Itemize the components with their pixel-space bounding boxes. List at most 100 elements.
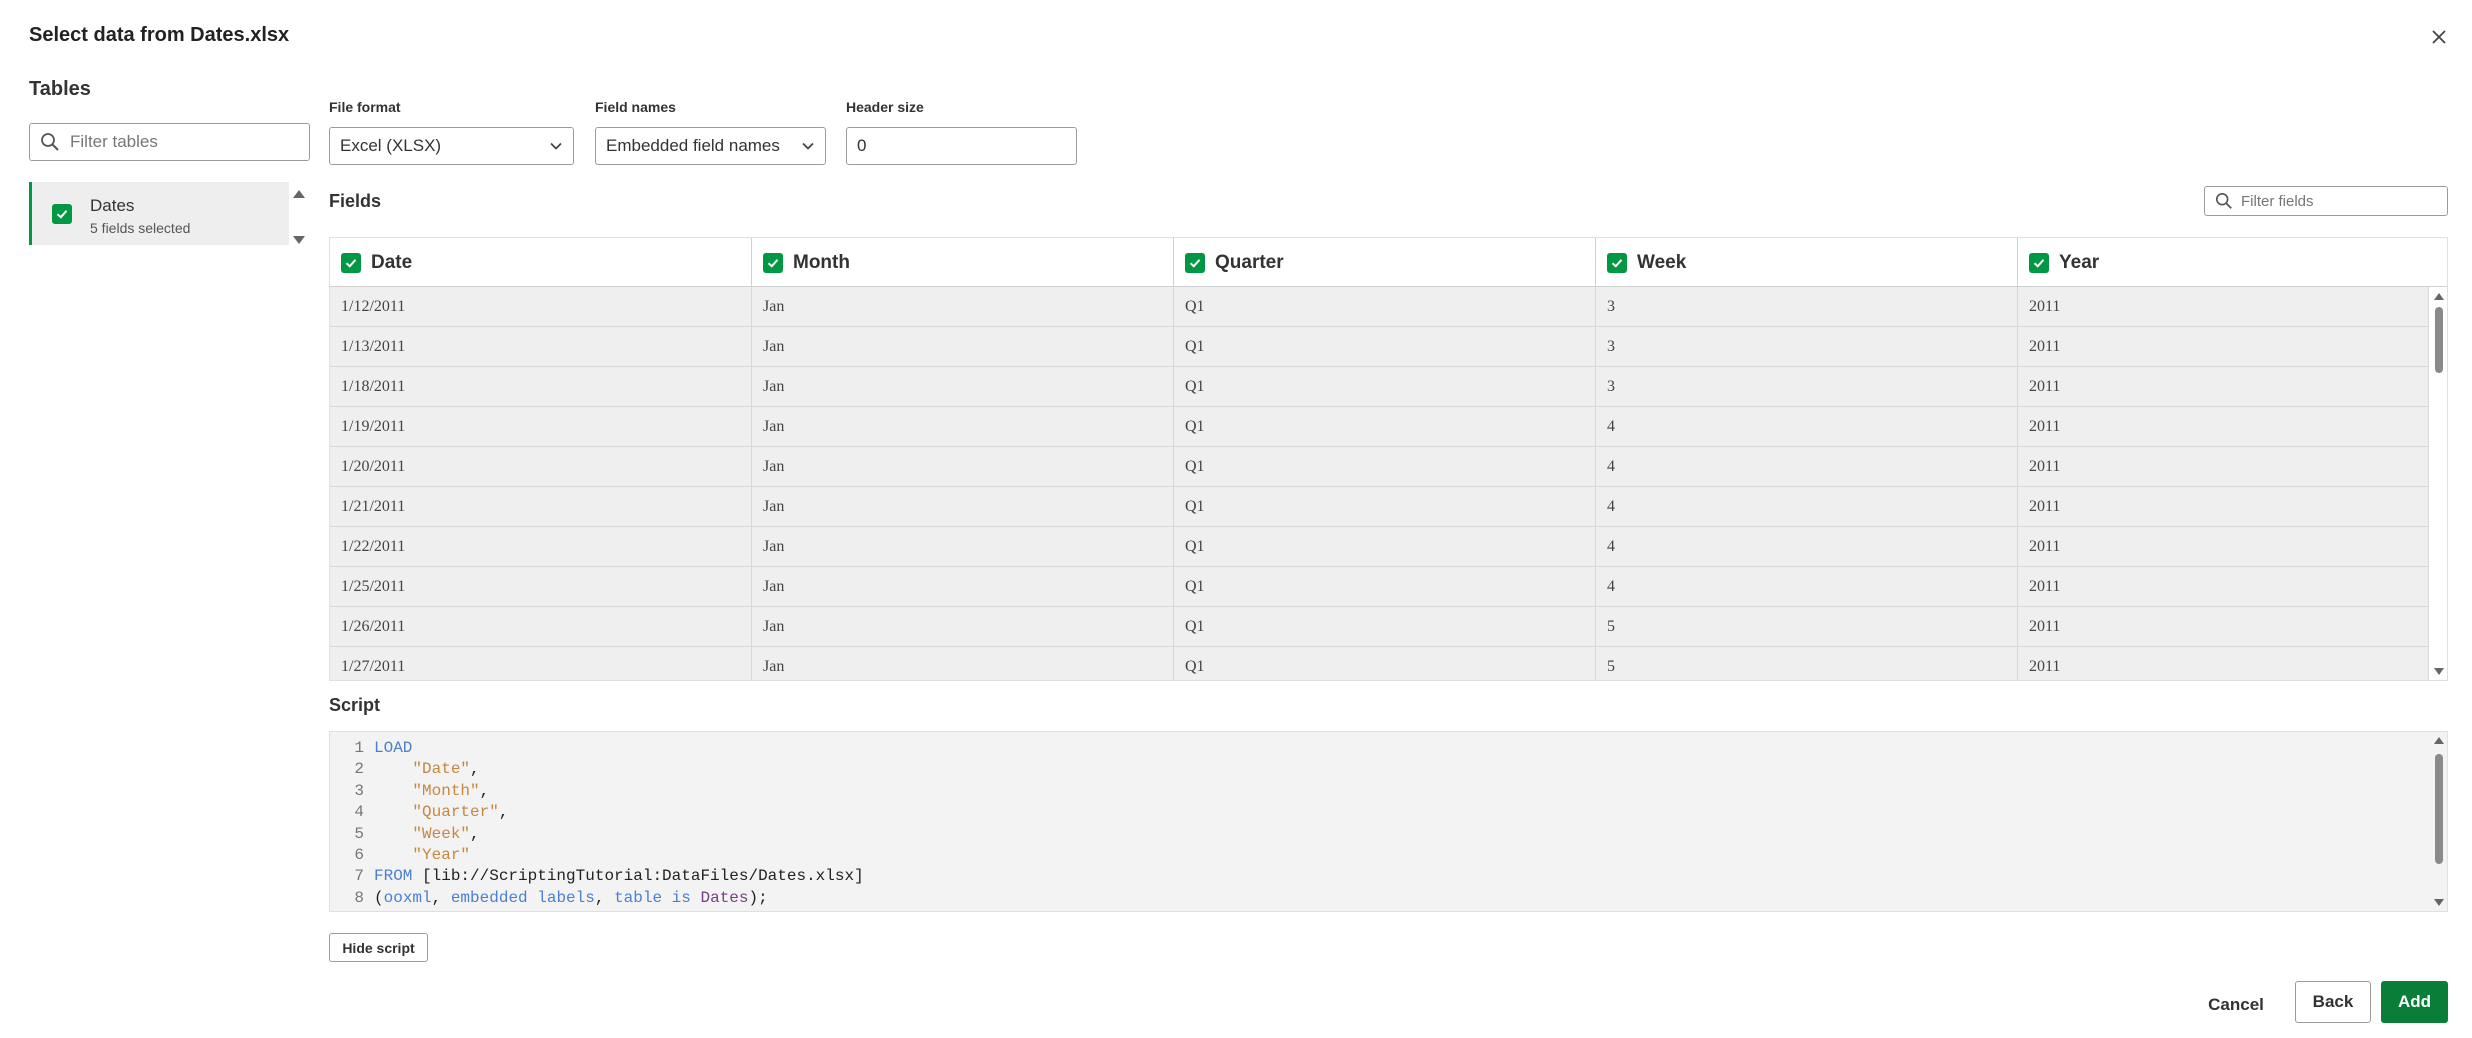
table-cell: 2011 — [2018, 447, 2429, 487]
code-field: "Quarter" — [412, 803, 499, 822]
table-row: 1/12/2011 Jan Q1 3 2011 — [330, 287, 2429, 327]
triangle-up-icon — [293, 190, 305, 198]
table-cell: 3 — [1596, 367, 2018, 407]
column-header-year[interactable]: Year — [2018, 238, 2447, 287]
table-cell: Q1 — [1174, 407, 1596, 447]
code-field: "Week" — [412, 824, 471, 843]
code-path: [lib://ScriptingTutorial:DataFiles/Dates… — [412, 867, 864, 886]
table-cell: Q1 — [1174, 447, 1596, 487]
table-item-dates[interactable]: Dates 5 fields selected — [29, 182, 289, 245]
table-item-name: Dates — [90, 196, 135, 215]
list-scroll-up-button[interactable] — [292, 186, 306, 204]
line-number: 3 — [354, 781, 364, 800]
column-checkbox[interactable] — [341, 252, 361, 273]
table-cell: 1/12/2011 — [330, 287, 752, 327]
table-cell: 1/20/2011 — [330, 447, 752, 487]
code-keyword: embedded labels — [450, 888, 595, 907]
close-icon[interactable] — [2431, 29, 2447, 45]
code-line: "Week", — [374, 824, 864, 845]
column-header-date[interactable]: Date — [330, 238, 752, 287]
column-checkbox[interactable] — [2029, 252, 2049, 273]
table-cell: 2011 — [2018, 327, 2429, 367]
table-cell: 2011 — [2018, 607, 2429, 647]
table-cell: Q1 — [1174, 567, 1596, 607]
filter-tables-field[interactable] — [29, 123, 310, 161]
table-cell: 4 — [1596, 527, 2018, 567]
cancel-button[interactable]: Cancel — [2196, 985, 2276, 1025]
code-line: "Year" — [374, 845, 864, 866]
table-cell: 2011 — [2018, 407, 2429, 447]
grid-scrollbar[interactable] — [2433, 292, 2445, 678]
filter-fields-field[interactable] — [2204, 186, 2448, 216]
scrollbar-thumb[interactable] — [2435, 754, 2443, 864]
table-cell: 4 — [1596, 447, 2018, 487]
file-format-value: Excel (XLSX) — [340, 136, 442, 155]
chevron-down-icon — [802, 142, 814, 150]
code-punct: , — [431, 888, 451, 907]
table-cell: Jan — [752, 367, 1174, 407]
table-cell: 2011 — [2018, 647, 2429, 680]
code-line: "Month", — [374, 781, 864, 802]
header-size-field[interactable]: 0 — [846, 127, 1077, 165]
column-header-week[interactable]: Week — [1596, 238, 2018, 287]
line-number: 1 — [354, 739, 364, 757]
table-row: 1/20/2011 Jan Q1 4 2011 — [330, 447, 2429, 487]
column-header-label: Date — [371, 251, 413, 273]
table-cell: 3 — [1596, 327, 2018, 367]
table-row: 1/25/2011 Jan Q1 4 2011 — [330, 567, 2429, 607]
checkmark-icon — [1611, 258, 1623, 268]
triangle-down-icon[interactable] — [2433, 667, 2445, 676]
table-cell: Jan — [752, 527, 1174, 567]
table-row: 1/26/2011 Jan Q1 5 2011 — [330, 607, 2429, 647]
triangle-down-icon[interactable] — [2433, 898, 2445, 907]
add-button[interactable]: Add — [2381, 981, 2448, 1023]
script-code[interactable]: LOAD "Date", "Month", "Quarter", "Week",… — [374, 738, 864, 909]
table-cell: 1/26/2011 — [330, 607, 752, 647]
column-checkbox[interactable] — [763, 252, 783, 273]
scrollbar-thumb[interactable] — [2435, 307, 2443, 373]
column-checkbox[interactable] — [1185, 252, 1205, 273]
table-cell: Q1 — [1174, 287, 1596, 327]
triangle-down-icon — [293, 236, 305, 244]
table-cell: 2011 — [2018, 287, 2429, 327]
list-scroll-down-button[interactable] — [292, 232, 306, 250]
table-cell: 2011 — [2018, 367, 2429, 407]
triangle-up-icon[interactable] — [2433, 736, 2445, 745]
table-cell: 1/21/2011 — [330, 487, 752, 527]
table-cell: 5 — [1596, 647, 2018, 680]
table-cell: Jan — [752, 327, 1174, 367]
filter-fields-input[interactable] — [2241, 192, 2431, 210]
script-scrollbar[interactable] — [2433, 736, 2445, 908]
file-format-select[interactable]: Excel (XLSX) — [329, 127, 574, 165]
column-header-label: Quarter — [1215, 251, 1284, 273]
table-cell: 2011 — [2018, 527, 2429, 567]
script-editor[interactable]: 1 2 3 4 5 6 7 8 LOAD "Date", "Month", "Q… — [329, 731, 2448, 912]
header-size-label: Header size — [846, 99, 924, 115]
column-header-quarter[interactable]: Quarter — [1174, 238, 1596, 287]
close-button[interactable] — [2424, 22, 2454, 52]
table-cell: Jan — [752, 567, 1174, 607]
triangle-up-icon[interactable] — [2433, 292, 2445, 301]
table-cell: Jan — [752, 447, 1174, 487]
file-format-label: File format — [329, 99, 401, 115]
fields-heading: Fields — [329, 191, 382, 211]
table-checkbox[interactable] — [52, 204, 72, 224]
table-cell: 4 — [1596, 487, 2018, 527]
field-names-select[interactable]: Embedded field names — [595, 127, 826, 165]
table-cell: 2011 — [2018, 487, 2429, 527]
table-cell: 2011 — [2018, 567, 2429, 607]
hide-script-button[interactable]: Hide script — [329, 933, 428, 962]
table-cell: Q1 — [1174, 527, 1596, 567]
column-header-month[interactable]: Month — [752, 238, 1174, 287]
column-checkbox[interactable] — [1607, 252, 1627, 273]
grid-header: Date Month Quarter Week Year — [330, 238, 2447, 287]
table-cell: 5 — [1596, 607, 2018, 647]
code-line: (ooxml, embedded labels, table is Dates)… — [374, 888, 864, 909]
line-number-gutter: 1 2 3 4 5 6 7 8 — [330, 732, 366, 911]
filter-tables-input[interactable] — [70, 132, 290, 152]
table-cell: Jan — [752, 607, 1174, 647]
back-button[interactable]: Back — [2295, 981, 2371, 1023]
search-icon — [2215, 192, 2232, 209]
header-size-value: 0 — [857, 136, 867, 155]
code-line: "Date", — [374, 759, 864, 780]
